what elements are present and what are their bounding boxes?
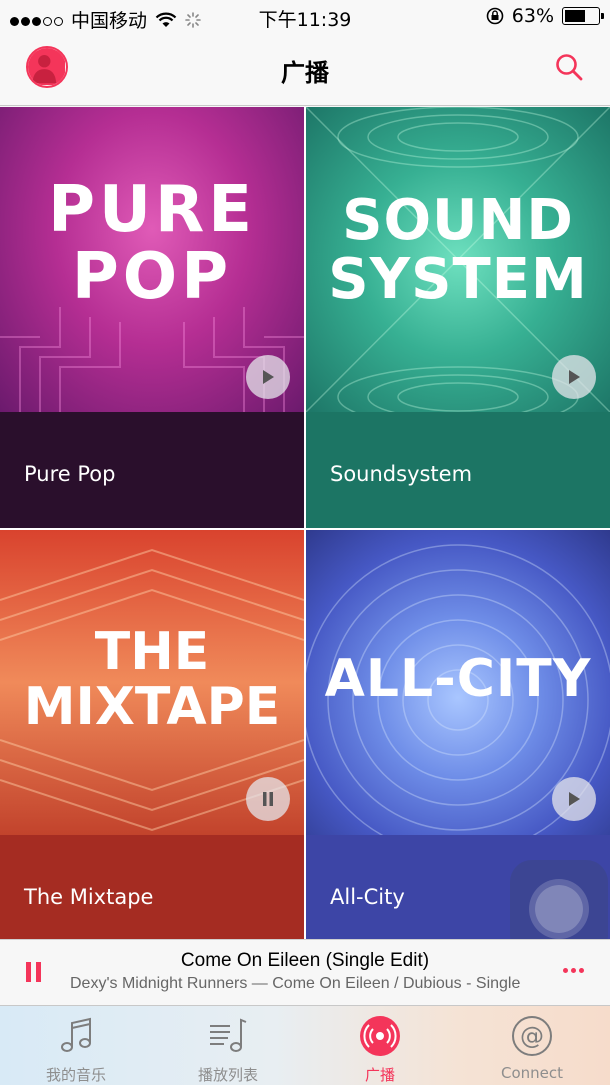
station-card-the-mixtape[interactable]: THE MIXTAPE The Mixtape [0,530,304,951]
mini-player[interactable]: Come On Eileen (Single Edit) Dexy's Midn… [0,939,610,1005]
more-icon[interactable] [560,968,584,973]
play-icon [263,370,274,384]
station-grid: PURE POP Pure Pop SOUND SYSTEM Soundsyst… [0,107,610,951]
music-note-icon [61,1017,91,1052]
artwork-title: SOUND SYSTEM [328,188,588,312]
station-name: Soundsystem [330,462,473,486]
pause-button[interactable] [246,777,290,821]
tab-label: 广播 [364,1066,395,1084]
tab-my-music[interactable]: 我的音乐 [0,1006,152,1085]
artwork-title: PURE POP [48,173,256,315]
page-title: 广播 [281,59,329,87]
tab-bar: 我的音乐 播放列表 广播 @ Connect [0,1005,610,1085]
tab-label: Connect [500,1064,564,1082]
play-icon [569,792,580,806]
station-name: All-City [330,885,405,909]
station-caption[interactable]: Soundsystem [306,412,610,528]
station-caption[interactable]: Pure Pop [0,412,304,528]
station-artwork[interactable]: SOUND SYSTEM [306,107,610,412]
search-icon[interactable] [554,52,584,82]
station-artwork[interactable]: THE MIXTAPE [0,530,304,835]
play-button[interactable] [552,355,596,399]
tab-label: 我的音乐 [45,1066,106,1084]
status-right: 63% [486,5,604,27]
station-name: Pure Pop [24,462,116,486]
artwork-title: ALL-CITY [324,649,592,709]
play-button[interactable] [552,777,596,821]
station-caption[interactable]: The Mixtape [0,835,304,951]
station-card-soundsystem[interactable]: SOUND SYSTEM Soundsystem [306,107,610,528]
play-button[interactable] [246,355,290,399]
pause-icon [263,792,273,806]
station-card-pure-pop[interactable]: PURE POP Pure Pop [0,107,304,528]
station-name: The Mixtape [24,885,154,909]
navigation-bar: 广播 [0,34,610,106]
radio-icon [360,1016,400,1056]
play-icon [569,370,580,384]
now-playing-subtitle: Dexy's Midnight Runners — Come On Eileen… [70,975,521,992]
tab-connect[interactable]: @ Connect [456,1006,608,1085]
battery-icon [562,7,604,25]
tab-playlists[interactable]: 播放列表 [152,1006,304,1085]
artwork-title: THE MIXTAPE [23,622,281,737]
rotation-lock-icon [486,7,504,25]
station-artwork[interactable]: PURE POP [0,107,304,412]
station-artwork[interactable]: ALL-CITY [306,530,610,835]
battery-percent: 63% [511,5,554,27]
now-playing-title: Come On Eileen (Single Edit) [180,950,430,971]
status-bar: 中国移动 下午11:39 63% [0,0,610,34]
tab-radio[interactable]: 广播 [304,1006,456,1085]
at-icon: @ [512,1016,552,1056]
svg-text:@: @ [520,1022,544,1050]
tab-label: 播放列表 [197,1066,258,1084]
playlist-icon [210,1018,247,1052]
